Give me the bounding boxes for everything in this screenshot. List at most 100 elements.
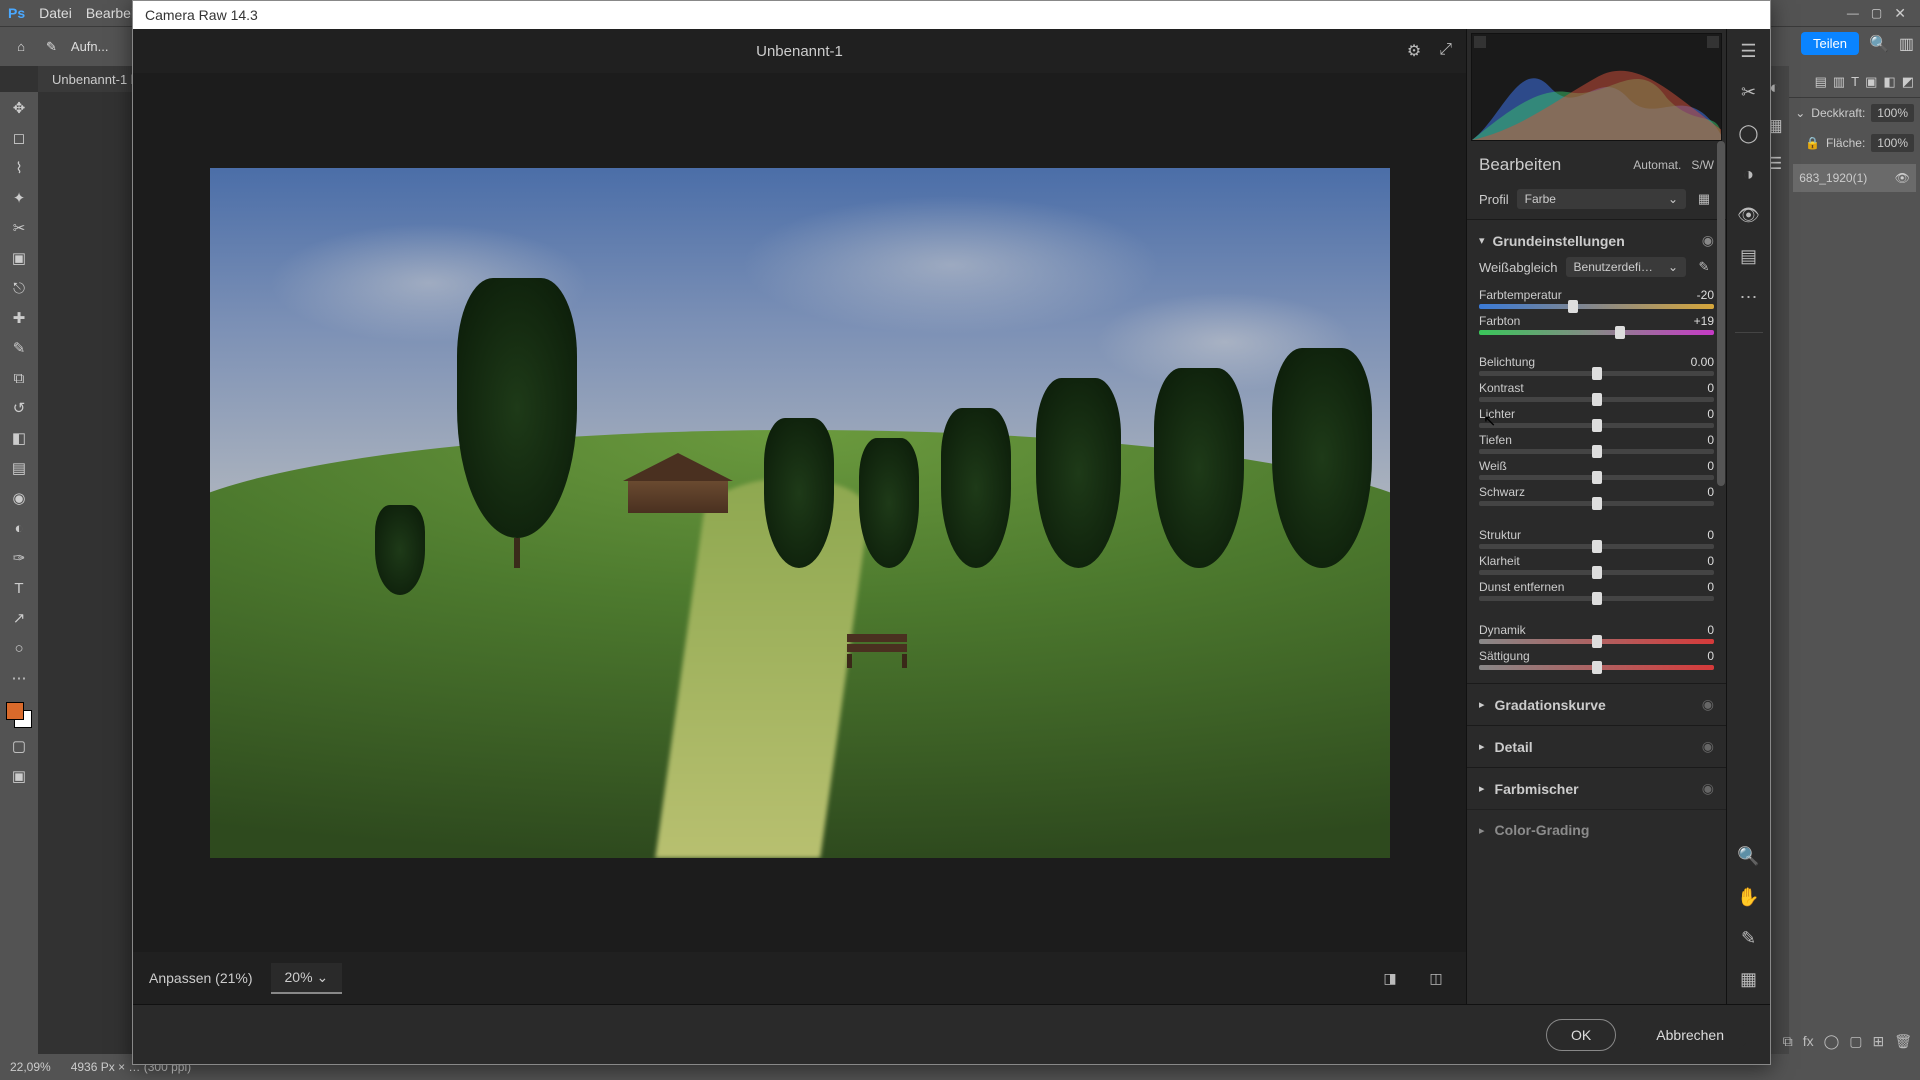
panel-tab-icon[interactable]: ▣ xyxy=(1865,74,1877,90)
contrast-slider[interactable]: Kontrast0 xyxy=(1479,381,1714,402)
panel-scrollbar[interactable] xyxy=(1716,141,1726,1004)
blacks-slider[interactable]: Schwarz0 xyxy=(1479,485,1714,506)
new-layer-icon[interactable]: ⊞ xyxy=(1872,1033,1884,1050)
curve-section[interactable]: ▸ Gradationskurve ◉ xyxy=(1467,683,1726,725)
move-tool-icon[interactable]: ✥ xyxy=(7,96,31,120)
whites-slider[interactable]: Weiß0 xyxy=(1479,459,1714,480)
lasso-tool-icon[interactable]: ⌇ xyxy=(7,156,31,180)
compare-icon[interactable]: ◫ xyxy=(1422,964,1450,992)
fit-button[interactable]: Anpassen (21%) xyxy=(149,970,253,986)
panel-tab-icon[interactable]: ◧ xyxy=(1883,74,1895,90)
link-icon[interactable]: ⧉ xyxy=(1783,1033,1793,1050)
basic-section-header[interactable]: ▾ Grundeinstellungen ◉ xyxy=(1467,226,1726,253)
edit-icon[interactable]: ☰ xyxy=(1740,41,1756,62)
folder-icon[interactable]: ▢ xyxy=(1849,1033,1862,1050)
panel-tab-icon[interactable]: ◩ xyxy=(1902,74,1914,90)
histogram[interactable] xyxy=(1471,33,1722,141)
zoom-icon[interactable]: 🔍 xyxy=(1737,846,1759,867)
trash-icon[interactable]: 🗑 xyxy=(1894,1033,1912,1050)
profile-dropdown[interactable]: Farbe⌄ xyxy=(1517,189,1686,209)
clarity-slider[interactable]: Klarheit0 xyxy=(1479,554,1714,575)
quickmask-icon[interactable]: ▢ xyxy=(7,734,31,758)
profile-browser-icon[interactable]: ▦ xyxy=(1694,189,1714,209)
visibility-icon[interactable]: ◉ xyxy=(1702,780,1714,797)
preset-icon[interactable]: ▤ xyxy=(1740,246,1757,267)
bw-button[interactable]: S/W xyxy=(1691,158,1714,172)
frame-tool-icon[interactable]: ▣ xyxy=(7,246,31,270)
auto-button[interactable]: Automat. xyxy=(1633,158,1681,172)
maximize-icon[interactable]: ▢ xyxy=(1871,6,1882,20)
screenmode-icon[interactable]: ▣ xyxy=(7,764,31,788)
adjustments-icon[interactable]: ◐ xyxy=(1769,78,1779,98)
crop-tool-icon[interactable]: ✂ xyxy=(7,216,31,240)
tool-icon[interactable]: ✎ xyxy=(46,39,57,55)
type-tool-icon[interactable]: T xyxy=(7,576,31,600)
visibility-icon[interactable]: ◉ xyxy=(1702,696,1714,713)
heal-icon[interactable]: ◯ xyxy=(1738,123,1758,144)
chevron-down-icon[interactable]: ⌄ xyxy=(1795,106,1805,120)
fx-icon[interactable]: fx xyxy=(1803,1033,1814,1049)
minimize-icon[interactable]: — xyxy=(1847,6,1859,20)
share-button[interactable]: Teilen xyxy=(1801,32,1859,55)
gear-icon[interactable]: ⚙ xyxy=(1407,41,1421,61)
dehaze-slider[interactable]: Dunst entfernen0 xyxy=(1479,580,1714,601)
dodge-tool-icon[interactable]: ◐ xyxy=(7,516,31,540)
eraser-tool-icon[interactable]: ◧ xyxy=(7,426,31,450)
marquee-tool-icon[interactable]: ◻ xyxy=(7,126,31,150)
sampler-icon[interactable]: ✎ xyxy=(1741,928,1756,949)
stamp-tool-icon[interactable]: ⧉ xyxy=(7,366,31,390)
shadows-slider[interactable]: Tiefen0 xyxy=(1479,433,1714,454)
wand-tool-icon[interactable]: ✦ xyxy=(7,186,31,210)
layer-row[interactable]: 683_1920(1) 👁 xyxy=(1793,164,1916,192)
eyedropper-tool-icon[interactable]: ⎋ xyxy=(7,276,31,300)
lock-icon[interactable]: 🔒 xyxy=(1805,136,1820,150)
cancel-button[interactable]: Abbrechen xyxy=(1632,1020,1748,1050)
heal-tool-icon[interactable]: ✚ xyxy=(7,306,31,330)
zoom-dropdown[interactable]: 20% ⌄ xyxy=(271,963,343,994)
search-icon[interactable]: 🔍 xyxy=(1869,34,1889,54)
grid-icon[interactable]: ▦ xyxy=(1740,969,1757,990)
fullscreen-icon[interactable]: ⤢ xyxy=(1439,41,1452,61)
crop-icon[interactable]: ✂ xyxy=(1741,82,1756,103)
opacity-value[interactable]: 100% xyxy=(1871,104,1914,122)
detail-section[interactable]: ▸ Detail ◉ xyxy=(1467,725,1726,767)
shape-tool-icon[interactable]: ○ xyxy=(7,636,31,660)
mixer-section[interactable]: ▸ Farbmischer ◉ xyxy=(1467,767,1726,809)
temperature-slider[interactable]: Farbtemperatur-20 xyxy=(1479,288,1714,309)
panel-tab-icon[interactable]: ▥ xyxy=(1833,74,1845,90)
menu-datei[interactable]: Datei xyxy=(39,5,72,21)
mask-icon[interactable]: ◯ xyxy=(1824,1033,1840,1050)
before-after-icon[interactable]: ◨ xyxy=(1376,964,1404,992)
gradient-tool-icon[interactable]: ▤ xyxy=(7,456,31,480)
home-icon[interactable]: ⌂ xyxy=(10,36,32,58)
wb-eyedropper-icon[interactable]: ✎ xyxy=(1694,257,1714,277)
close-icon[interactable]: ✕ xyxy=(1894,5,1906,22)
visibility-icon[interactable]: ◉ xyxy=(1702,738,1714,755)
highlights-slider[interactable]: Lichter0 xyxy=(1479,407,1714,428)
more-icon[interactable]: ⋯ xyxy=(1740,287,1758,308)
workspace-icon[interactable]: ▥ xyxy=(1899,34,1914,54)
cr-canvas[interactable] xyxy=(133,73,1466,952)
pen-tool-icon[interactable]: ✑ xyxy=(7,546,31,570)
texture-slider[interactable]: Struktur0 xyxy=(1479,528,1714,549)
fill-value[interactable]: 100% xyxy=(1871,134,1914,152)
visibility-icon[interactable]: ◉ xyxy=(1702,232,1714,249)
path-tool-icon[interactable]: ↗ xyxy=(7,606,31,630)
wb-dropdown[interactable]: Benutzerdefi…⌄ xyxy=(1566,257,1686,277)
tint-slider[interactable]: Farbton+19 xyxy=(1479,314,1714,335)
history-brush-icon[interactable]: ↺ xyxy=(7,396,31,420)
panel-tab-icon[interactable]: ▤ xyxy=(1815,74,1827,90)
panel-tab-icon[interactable]: T xyxy=(1851,74,1859,89)
saturation-slider[interactable]: Sättigung0 xyxy=(1479,649,1714,670)
vibrance-slider[interactable]: Dynamik0 xyxy=(1479,623,1714,644)
exposure-slider[interactable]: Belichtung0.00 xyxy=(1479,355,1714,376)
blur-tool-icon[interactable]: ◉ xyxy=(7,486,31,510)
color-swatch[interactable] xyxy=(6,702,32,728)
ok-button[interactable]: OK xyxy=(1546,1019,1616,1051)
brush-tool-icon[interactable]: ✎ xyxy=(7,336,31,360)
mask-icon[interactable]: ◑ xyxy=(1743,164,1754,185)
grading-section[interactable]: ▸ Color-Grading xyxy=(1467,809,1726,840)
hand-icon[interactable]: ✋ xyxy=(1737,887,1759,908)
redeye-icon[interactable]: 👁 xyxy=(1737,205,1760,226)
more-tool-icon[interactable]: ⋯ xyxy=(7,666,31,690)
